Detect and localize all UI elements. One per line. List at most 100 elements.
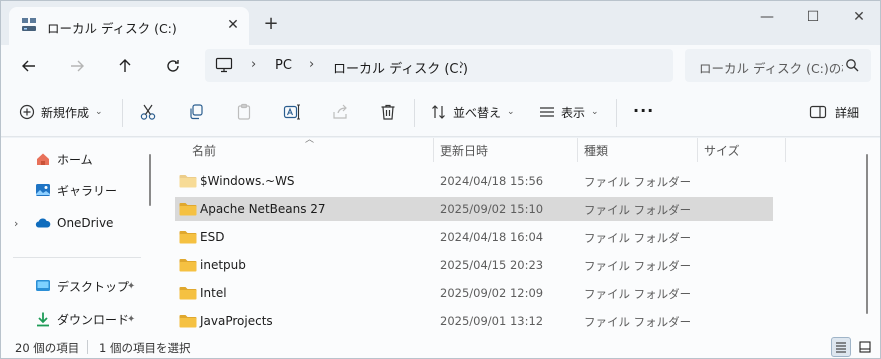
file-name: Intel: [200, 286, 227, 300]
arrow-up-icon: [119, 59, 131, 72]
scissors-icon: [140, 104, 156, 120]
folder-icon: [179, 287, 197, 300]
chevron-down-icon: ⌄: [507, 107, 515, 117]
up-button[interactable]: [113, 54, 137, 78]
file-explorer-window: ローカル ディスク (C:) ✕ + — ☐ ✕ › PC › ローカル ディス…: [0, 0, 881, 359]
tiles-view-button[interactable]: [855, 337, 875, 357]
column-header-date[interactable]: 更新日時: [440, 141, 488, 165]
more-options-button[interactable]: ···: [633, 99, 654, 121]
table-row[interactable]: inetpub 2025/04/15 20:23 ファイル フォルダー: [175, 253, 773, 277]
column-header-name[interactable]: 名前: [192, 141, 216, 165]
expand-chevron-icon[interactable]: ›: [14, 217, 18, 230]
column-divider[interactable]: [577, 138, 578, 162]
status-divider: [87, 340, 88, 354]
minimize-button[interactable]: —: [747, 7, 787, 27]
file-date: 2025/09/02 12:09: [440, 286, 544, 300]
copy-button[interactable]: [187, 101, 205, 123]
file-type: ファイル フォルダー: [584, 231, 692, 245]
details-pane-button[interactable]: 詳細: [809, 101, 859, 123]
share-button[interactable]: [331, 101, 349, 123]
folder-icon: [179, 315, 197, 328]
table-row[interactable]: Intel 2025/09/02 12:09 ファイル フォルダー: [175, 281, 773, 305]
address-bar[interactable]: › PC › ローカル ディスク (C:) ›: [205, 49, 673, 82]
column-divider[interactable]: [697, 138, 698, 162]
chevron-down-icon: ⌄: [591, 107, 599, 117]
table-row[interactable]: $Windows.~WS 2024/04/18 15:56 ファイル フォルダー: [175, 169, 773, 193]
search-icon[interactable]: [845, 58, 859, 72]
navigation-bar: › PC › ローカル ディスク (C:) › ローカル ディスク (C:)の検…: [1, 45, 880, 87]
paste-icon: [237, 103, 251, 120]
details-label: 詳細: [835, 105, 860, 120]
sort-button[interactable]: 並べ替え ⌄: [431, 101, 515, 123]
home-icon: [37, 153, 49, 165]
file-date: 2025/04/15 20:23: [440, 258, 544, 272]
sidebar-item-downloads[interactable]: ダウンロード ✦: [1, 305, 146, 333]
sort-ascending-icon: ︿: [305, 135, 315, 145]
column-divider[interactable]: [433, 138, 434, 162]
pc-icon: [215, 57, 233, 73]
paste-button[interactable]: [235, 101, 253, 123]
copy-icon: [190, 104, 203, 120]
pin-icon: ✦: [127, 313, 136, 325]
folder-icon: [179, 231, 197, 244]
table-row[interactable]: JavaProjects 2025/09/01 13:12 ファイル フォルダー: [175, 309, 773, 333]
table-row[interactable]: ESD 2024/04/18 16:04 ファイル フォルダー: [175, 225, 773, 249]
sidebar-scrollbar[interactable]: [149, 154, 151, 206]
sidebar-item-gallery[interactable]: ギャラリー: [1, 176, 146, 204]
new-label: 新規作成: [41, 105, 90, 120]
file-list: ︿ 名前 更新日時 種類 サイズ $Windows.~WS 2024/04/18 …: [159, 135, 873, 334]
refresh-button[interactable]: [161, 54, 185, 78]
cut-button[interactable]: [139, 101, 157, 123]
selection-count: 1 個の項目を選択: [99, 341, 191, 355]
file-name: inetpub: [200, 258, 246, 272]
file-type: ファイル フォルダー: [584, 203, 692, 217]
column-header-type[interactable]: 種類: [584, 141, 608, 165]
file-name: ESD: [200, 230, 225, 244]
chevron-down-icon: ⌄: [95, 107, 103, 117]
maximize-button[interactable]: ☐: [793, 7, 833, 27]
download-icon: [37, 312, 49, 327]
status-bar: 20 個の項目 1 個の項目を選択: [1, 334, 880, 358]
sidebar-item-label: ホーム: [57, 152, 93, 167]
sidebar-item-desktop[interactable]: デスクトップ ✦: [1, 272, 146, 300]
new-button[interactable]: 新規作成 ⌄: [19, 101, 103, 123]
file-date: 2025/09/01 13:12: [440, 314, 544, 328]
title-bar: ローカル ディスク (C:) ✕ + — ☐ ✕: [1, 1, 880, 45]
details-pane-icon: [809, 105, 827, 119]
sidebar-item-home[interactable]: ホーム: [1, 145, 146, 173]
close-tab-icon[interactable]: ✕: [225, 17, 241, 33]
column-divider[interactable]: [785, 138, 786, 162]
breadcrumb-local-disk[interactable]: ローカル ディスク (C:): [333, 58, 468, 77]
rename-button[interactable]: [283, 101, 301, 123]
breadcrumb-pc[interactable]: PC: [275, 58, 292, 73]
delete-button[interactable]: [379, 101, 397, 123]
arrow-right-icon: [71, 60, 84, 72]
search-input[interactable]: ローカル ディスク (C:)の検索: [699, 58, 843, 77]
sidebar-item-label: デスクトップ: [57, 279, 130, 294]
details-view-button[interactable]: [831, 337, 851, 357]
close-window-button[interactable]: ✕: [839, 7, 879, 27]
tab-local-disk[interactable]: ローカル ディスク (C:) ✕: [9, 7, 249, 45]
tab-title: ローカル ディスク (C:): [47, 21, 177, 36]
command-bar: 新規作成 ⌄ 並べ替え ⌄ 表示 ⌄ ··· 詳細: [1, 87, 880, 137]
forward-button[interactable]: [65, 54, 89, 78]
breadcrumb-chevron-icon[interactable]: ›: [309, 57, 314, 72]
file-list-scrollbar[interactable]: [866, 154, 868, 314]
sort-label: 並べ替え: [453, 105, 502, 120]
new-tab-button[interactable]: +: [259, 13, 283, 37]
sidebar-item-onedrive[interactable]: › OneDrive: [1, 209, 146, 237]
plus-circle-icon: [19, 104, 35, 120]
breadcrumb-chevron-icon[interactable]: ›: [251, 57, 256, 72]
column-header-size[interactable]: サイズ: [704, 141, 740, 165]
back-button[interactable]: [17, 54, 41, 78]
view-list-icon: [540, 107, 554, 117]
file-type: ファイル フォルダー: [584, 259, 692, 273]
details-view-icon: [836, 342, 846, 353]
sidebar-divider: [13, 257, 141, 258]
search-box[interactable]: ローカル ディスク (C:)の検索: [685, 49, 871, 82]
tiles-view-icon: [859, 341, 871, 353]
breadcrumb-chevron-icon[interactable]: ›: [459, 57, 464, 72]
table-row[interactable]: Apache NetBeans 27 2025/09/02 15:10 ファイル フ…: [175, 197, 773, 221]
view-button[interactable]: 表示 ⌄: [539, 101, 599, 123]
rename-icon: [283, 104, 300, 120]
